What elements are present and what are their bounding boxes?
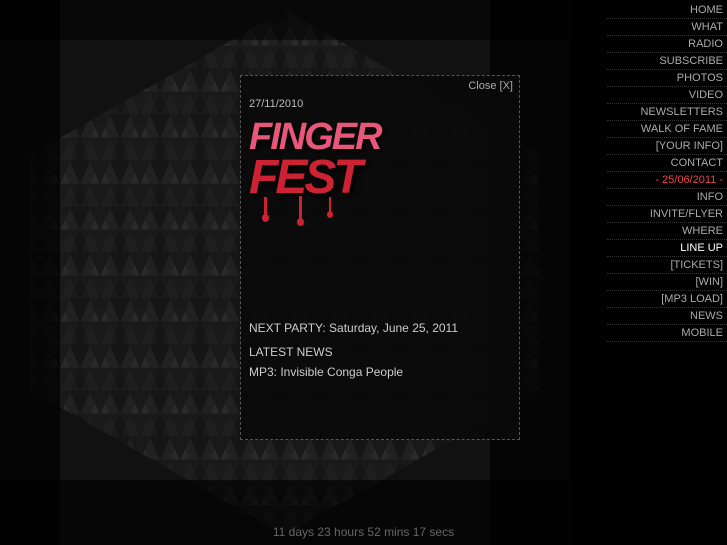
blood-drip-1: [264, 197, 267, 217]
nav-mp3-load[interactable]: [MP3 LOAD]: [607, 291, 727, 308]
nav-contact[interactable]: CONTACT: [607, 155, 727, 172]
nav-newsletters[interactable]: NEWSLETTERS: [607, 104, 727, 121]
right-navigation: HOME WHAT RADIO SUBSCRIBE PHOTOS VIDEO N…: [607, 0, 727, 342]
popup-date: 27/11/2010: [249, 98, 303, 110]
nav-what[interactable]: WHAT: [607, 19, 727, 36]
blood-drip-2: [299, 196, 302, 221]
nav-photos[interactable]: PHOTOS: [607, 70, 727, 87]
nav-news[interactable]: NEWS: [607, 308, 727, 325]
nav-your-info[interactable]: [YOUR INFO]: [607, 138, 727, 155]
countdown-timer: 11 days 23 hours 52 mins 17 secs: [0, 525, 727, 539]
popup-box: Close [X] 27/11/2010 FINGER FEST NEXT PA…: [240, 75, 520, 440]
nav-walk-of-fame[interactable]: WALK OF FAME: [607, 121, 727, 138]
close-button[interactable]: Close [X]: [468, 80, 513, 92]
nav-lineup[interactable]: LINE UP: [607, 240, 727, 257]
nav-date[interactable]: - 25/06/2011 -: [607, 172, 727, 189]
nav-win[interactable]: [WIN]: [607, 274, 727, 291]
nav-mobile[interactable]: MOBILE: [607, 325, 727, 342]
blood-drip-3: [329, 197, 331, 214]
nav-video[interactable]: VIDEO: [607, 87, 727, 104]
next-party-text: NEXT PARTY: Saturday, June 25, 2011: [249, 321, 511, 335]
nav-home[interactable]: HOME: [607, 2, 727, 19]
nav-tickets[interactable]: [TICKETS]: [607, 257, 727, 274]
popup-content: NEXT PARTY: Saturday, June 25, 2011 LATE…: [249, 321, 511, 379]
logo-fest-text: FEST: [249, 156, 360, 199]
mp3-text: MP3: Invisible Conga People: [249, 365, 511, 379]
nav-where[interactable]: WHERE: [607, 223, 727, 240]
nav-subscribe[interactable]: SUBSCRIBE: [607, 53, 727, 70]
nav-info[interactable]: INFO: [607, 189, 727, 206]
nav-radio[interactable]: RADIO: [607, 36, 727, 53]
nav-invite-flyer[interactable]: INVITE/FLYER: [607, 206, 727, 223]
latest-news-text: LATEST NEWS: [249, 345, 511, 359]
logo-area: FINGER FEST: [249, 118, 399, 238]
